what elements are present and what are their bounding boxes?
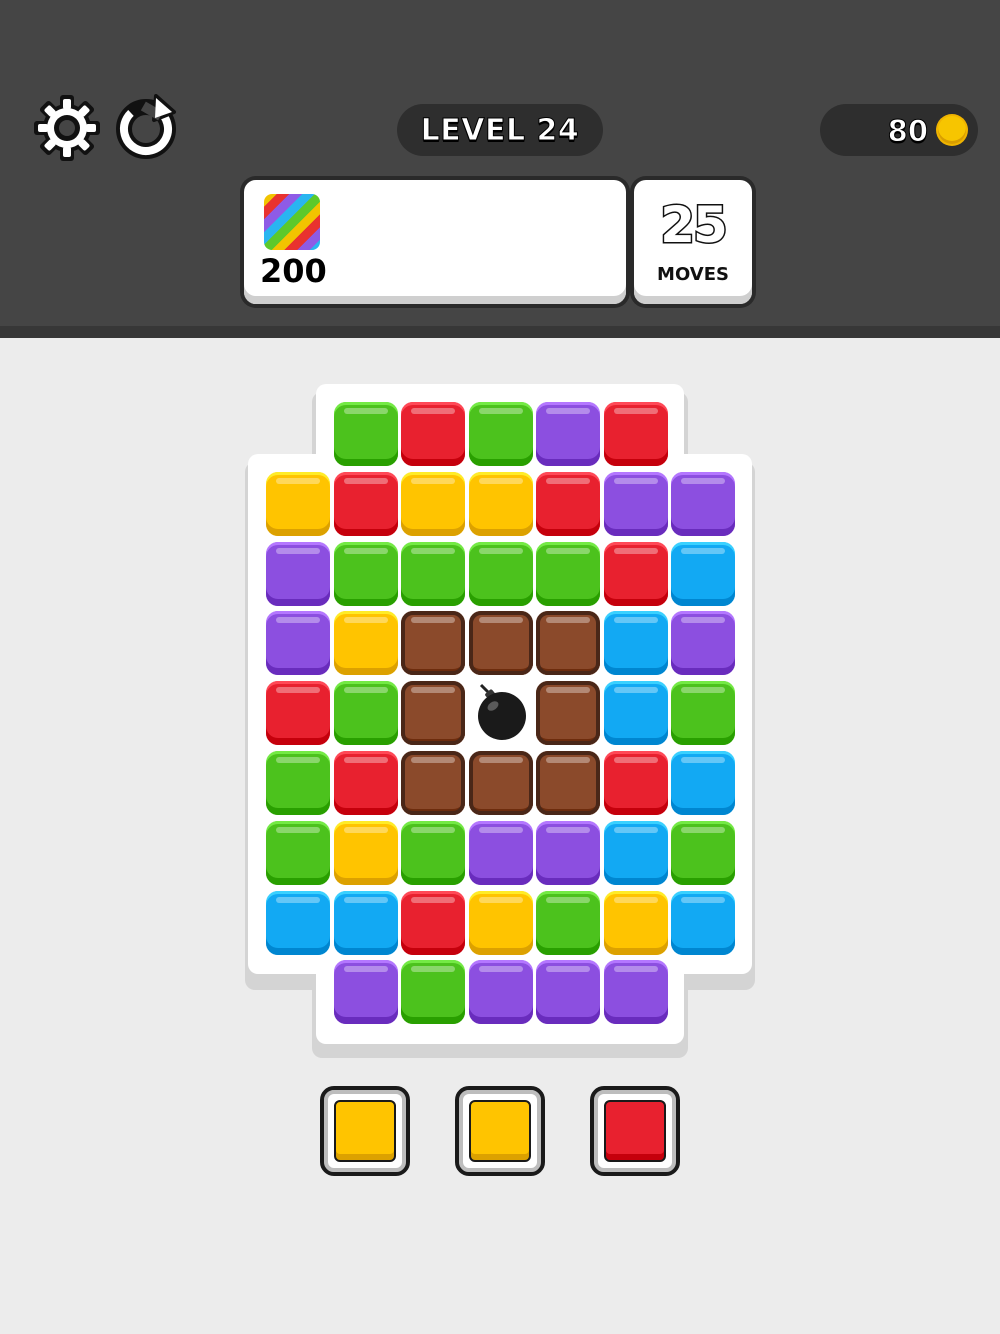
purple-block[interactable] — [536, 821, 600, 885]
yellow-tray-block[interactable] — [334, 1100, 396, 1162]
yellow-block[interactable] — [334, 611, 398, 675]
chocolate-block[interactable] — [536, 611, 600, 675]
coin-value: 80 — [887, 114, 928, 149]
purple-block[interactable] — [266, 542, 330, 606]
gear-icon — [34, 95, 100, 161]
blue-block[interactable] — [671, 751, 735, 815]
yellow-block[interactable] — [266, 472, 330, 536]
yellow-block[interactable] — [469, 891, 533, 955]
coin-counter: 80 — [820, 104, 978, 156]
coin-icon — [938, 116, 966, 144]
blue-block[interactable] — [604, 681, 668, 745]
moves-count: 25 — [659, 195, 730, 256]
green-block[interactable] — [334, 542, 398, 606]
blue-block[interactable] — [604, 611, 668, 675]
green-block[interactable] — [671, 681, 735, 745]
purple-block[interactable] — [671, 611, 735, 675]
green-block[interactable] — [401, 821, 465, 885]
green-block[interactable] — [401, 960, 465, 1024]
yellow-block[interactable] — [604, 891, 668, 955]
yellow-block[interactable] — [469, 472, 533, 536]
level-label: LEVEL 24 — [420, 112, 580, 148]
purple-block[interactable] — [604, 472, 668, 536]
rainbow-block-icon — [264, 194, 320, 250]
chocolate-block[interactable] — [469, 751, 533, 815]
red-block[interactable] — [536, 472, 600, 536]
chocolate-block[interactable] — [536, 751, 600, 815]
goal-count: 200 — [260, 252, 327, 290]
green-block[interactable] — [401, 542, 465, 606]
blue-block[interactable] — [334, 891, 398, 955]
purple-block[interactable] — [334, 960, 398, 1024]
green-block[interactable] — [536, 891, 600, 955]
purple-block[interactable] — [536, 960, 600, 1024]
yellow-block[interactable] — [334, 821, 398, 885]
yellow-block[interactable] — [401, 472, 465, 536]
restart-icon — [116, 94, 176, 159]
red-block[interactable] — [604, 402, 668, 466]
blue-block[interactable] — [671, 891, 735, 955]
blue-block[interactable] — [604, 821, 668, 885]
bomb-icon[interactable] — [469, 681, 533, 745]
red-block[interactable] — [604, 751, 668, 815]
red-block[interactable] — [604, 542, 668, 606]
purple-block[interactable] — [536, 402, 600, 466]
green-block[interactable] — [469, 402, 533, 466]
restart-button[interactable] — [112, 92, 182, 162]
purple-block[interactable] — [671, 472, 735, 536]
red-tray-block[interactable] — [604, 1100, 666, 1162]
purple-block[interactable] — [266, 611, 330, 675]
red-block[interactable] — [401, 891, 465, 955]
green-block[interactable] — [266, 821, 330, 885]
chocolate-block[interactable] — [469, 611, 533, 675]
blue-block[interactable] — [671, 542, 735, 606]
red-block[interactable] — [401, 402, 465, 466]
settings-button[interactable] — [32, 92, 102, 162]
green-block[interactable] — [671, 821, 735, 885]
green-block[interactable] — [334, 402, 398, 466]
goal-card: 200 — [244, 180, 626, 304]
moves-card: 25 MOVES — [634, 180, 752, 304]
moves-label: MOVES — [657, 264, 729, 285]
chocolate-block[interactable] — [401, 681, 465, 745]
purple-block[interactable] — [469, 821, 533, 885]
chocolate-block[interactable] — [536, 681, 600, 745]
blue-block[interactable] — [266, 891, 330, 955]
yellow-tray-block[interactable] — [469, 1100, 531, 1162]
tray-slot[interactable] — [455, 1086, 545, 1176]
purple-block[interactable] — [469, 960, 533, 1024]
green-block[interactable] — [334, 681, 398, 745]
purple-block[interactable] — [604, 960, 668, 1024]
green-block[interactable] — [536, 542, 600, 606]
top-bar-edge — [0, 326, 1000, 338]
green-block[interactable] — [469, 542, 533, 606]
tray-slot[interactable] — [590, 1086, 680, 1176]
level-indicator: LEVEL 24 — [397, 104, 603, 156]
red-block[interactable] — [334, 751, 398, 815]
green-block[interactable] — [266, 751, 330, 815]
chocolate-block[interactable] — [401, 611, 465, 675]
chocolate-block[interactable] — [401, 751, 465, 815]
red-block[interactable] — [334, 472, 398, 536]
red-block[interactable] — [266, 681, 330, 745]
tray-slot[interactable] — [320, 1086, 410, 1176]
